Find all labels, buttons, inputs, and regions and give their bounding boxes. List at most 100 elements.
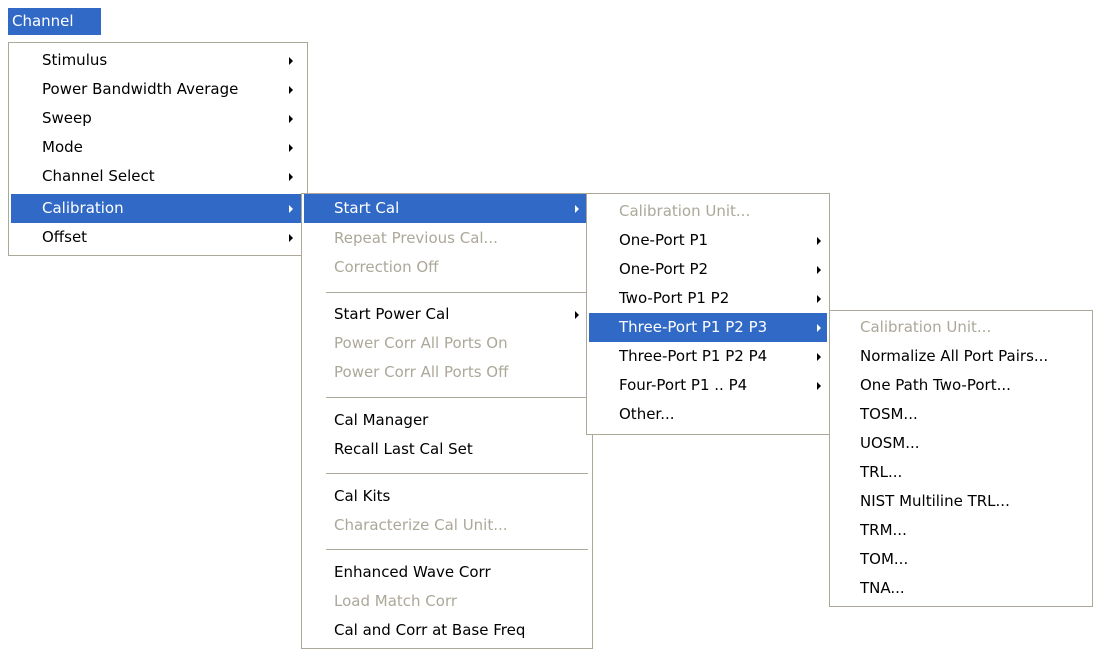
channel-menu-title[interactable]: Channel — [8, 8, 101, 35]
menu-item-label: Power Corr All Ports On — [334, 334, 508, 352]
menu-item-label: Calibration Unit... — [860, 318, 992, 336]
menu-item-label: Channel Select — [42, 167, 155, 185]
menu-item-label: Load Match Corr — [334, 592, 458, 610]
menu-item-label: Characterize Cal Unit... — [334, 516, 508, 534]
menu-item-channel-select[interactable]: Channel Select — [9, 162, 307, 191]
submenu-arrow-icon — [289, 57, 293, 65]
submenu-arrow-icon — [817, 266, 821, 274]
menu-item-label: Start Cal — [334, 199, 400, 217]
menu-item-label: Other... — [619, 405, 675, 423]
calibration-submenu: Start Cal Repeat Previous Cal... Correct… — [301, 193, 593, 649]
menu-item-label: Correction Off — [334, 258, 439, 276]
menu-item-label: TRM... — [860, 521, 907, 539]
menu-item-cal-and-corr-at-base-freq[interactable]: Cal and Corr at Base Freq — [302, 616, 592, 645]
submenu-arrow-icon — [817, 382, 821, 390]
menu-item-correction-off[interactable]: Correction Off — [302, 253, 592, 282]
menu-item-label: Offset — [42, 228, 88, 246]
menu-item-recall-last-cal-set[interactable]: Recall Last Cal Set — [302, 435, 592, 464]
menu-item-label: Mode — [42, 138, 83, 156]
menu-item-label: Power Corr All Ports Off — [334, 363, 509, 381]
menu-item-repeat-previous-cal[interactable]: Repeat Previous Cal... — [302, 224, 592, 253]
menu-item-trl[interactable]: TRL... — [830, 458, 1092, 487]
menu-item-one-path-two-port[interactable]: One Path Two-Port... — [830, 371, 1092, 400]
menu-separator — [326, 473, 588, 474]
menu-item-label: Stimulus — [42, 51, 108, 69]
menu-item-label: Enhanced Wave Corr — [334, 563, 491, 581]
menu-item-label: Three-Port P1 P2 P3 — [619, 318, 768, 336]
menu-item-label: One Path Two-Port... — [860, 376, 1011, 394]
menu-separator — [326, 549, 588, 550]
menu-item-start-power-cal[interactable]: Start Power Cal — [302, 300, 592, 329]
menu-item-label: Two-Port P1 P2 — [619, 289, 730, 307]
menu-item-power-bandwidth-average[interactable]: Power Bandwidth Average — [9, 75, 307, 104]
submenu-arrow-icon — [575, 205, 579, 213]
menu-item-label: Normalize All Port Pairs... — [860, 347, 1049, 365]
menu-item-label: Four-Port P1 .. P4 — [619, 376, 748, 394]
menu-separator — [326, 292, 588, 293]
menu-item-normalize-all-port-pairs[interactable]: Normalize All Port Pairs... — [830, 342, 1092, 371]
menu-item-start-cal[interactable]: Start Cal — [304, 194, 590, 223]
menu-item-offset[interactable]: Offset — [9, 223, 307, 252]
menu-item-three-port-p1-p2-p3[interactable]: Three-Port P1 P2 P3 — [589, 313, 827, 342]
menu-item-cal-kits[interactable]: Cal Kits — [302, 482, 592, 511]
submenu-arrow-icon — [817, 295, 821, 303]
menu-item-label: UOSM... — [860, 434, 920, 452]
menu-item-power-corr-all-ports-off[interactable]: Power Corr All Ports Off — [302, 358, 592, 387]
submenu-arrow-icon — [289, 115, 293, 123]
menu-item-nist-multiline-trl[interactable]: NIST Multiline TRL... — [830, 487, 1092, 516]
menu-item-label: TOM... — [860, 550, 909, 568]
menu-item-label: Cal Manager — [334, 411, 429, 429]
menu-item-one-port-p2[interactable]: One-Port P2 — [587, 255, 829, 284]
menu-item-label: Cal and Corr at Base Freq — [334, 621, 526, 639]
menu-item-label: Calibration Unit... — [619, 202, 751, 220]
menu-item-calibration-unit[interactable]: Calibration Unit... — [587, 197, 829, 226]
menu-item-stimulus[interactable]: Stimulus — [9, 46, 307, 75]
menu-item-label: Start Power Cal — [334, 305, 450, 323]
submenu-arrow-icon — [289, 144, 293, 152]
menu-item-cal-manager[interactable]: Cal Manager — [302, 406, 592, 435]
menu-item-label: TNA... — [860, 579, 905, 597]
submenu-arrow-icon — [817, 324, 821, 332]
menu-item-label: One-Port P2 — [619, 260, 709, 278]
submenu-arrow-icon — [289, 86, 293, 94]
menu-item-label: Cal Kits — [334, 487, 391, 505]
menu-item-tom[interactable]: TOM... — [830, 545, 1092, 574]
menu-item-sweep[interactable]: Sweep — [9, 104, 307, 133]
menu-item-load-match-corr[interactable]: Load Match Corr — [302, 587, 592, 616]
menu-item-label: Recall Last Cal Set — [334, 440, 473, 458]
menu-item-label: Sweep — [42, 109, 92, 127]
start-cal-submenu: Calibration Unit... One-Port P1 One-Port… — [586, 193, 830, 435]
menu-item-three-port-p1-p2-p4[interactable]: Three-Port P1 P2 P4 — [587, 342, 829, 371]
menu-item-tna[interactable]: TNA... — [830, 574, 1092, 603]
menu-item-power-corr-all-ports-on[interactable]: Power Corr All Ports On — [302, 329, 592, 358]
submenu-arrow-icon — [289, 173, 293, 181]
menu-item-other[interactable]: Other... — [587, 400, 829, 429]
menu-item-label: Calibration — [42, 199, 124, 217]
menu-item-label: Power Bandwidth Average — [42, 80, 239, 98]
menu-item-calibration-unit[interactable]: Calibration Unit... — [830, 313, 1092, 342]
menu-item-four-port-p1-p4[interactable]: Four-Port P1 .. P4 — [587, 371, 829, 400]
menu-item-uosm[interactable]: UOSM... — [830, 429, 1092, 458]
menu-item-one-port-p1[interactable]: One-Port P1 — [587, 226, 829, 255]
menu-item-label: Repeat Previous Cal... — [334, 229, 498, 247]
menu-item-calibration[interactable]: Calibration — [11, 194, 305, 223]
menu-item-trm[interactable]: TRM... — [830, 516, 1092, 545]
menu-item-mode[interactable]: Mode — [9, 133, 307, 162]
menu-item-label: One-Port P1 — [619, 231, 709, 249]
menu-item-characterize-cal-unit[interactable]: Characterize Cal Unit... — [302, 511, 592, 540]
menu-item-label: Three-Port P1 P2 P4 — [619, 347, 768, 365]
submenu-arrow-icon — [289, 234, 293, 242]
submenu-arrow-icon — [289, 205, 293, 213]
menu-item-label: NIST Multiline TRL... — [860, 492, 1010, 510]
menu-item-two-port-p1-p2[interactable]: Two-Port P1 P2 — [587, 284, 829, 313]
channel-menu: Stimulus Power Bandwidth Average Sweep M… — [8, 42, 308, 256]
menu-separator — [326, 397, 588, 398]
submenu-arrow-icon — [817, 237, 821, 245]
submenu-arrow-icon — [817, 353, 821, 361]
submenu-arrow-icon — [575, 311, 579, 319]
menu-item-label: TRL... — [860, 463, 903, 481]
three-port-submenu: Calibration Unit... Normalize All Port P… — [829, 310, 1093, 607]
menu-item-enhanced-wave-corr[interactable]: Enhanced Wave Corr — [302, 558, 592, 587]
menu-item-tosm[interactable]: TOSM... — [830, 400, 1092, 429]
menu-item-label: TOSM... — [860, 405, 918, 423]
